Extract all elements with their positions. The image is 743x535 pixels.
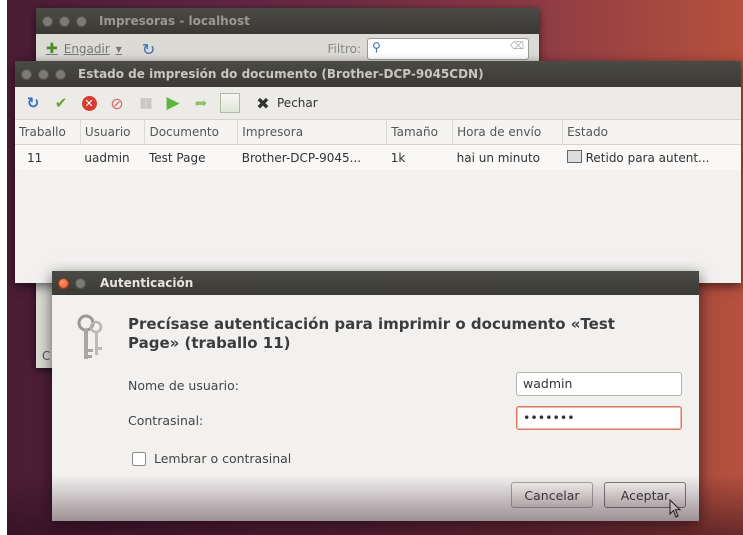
- add-label: Engadir: [63, 42, 110, 56]
- cancel-button[interactable]: Cancelar: [511, 482, 593, 508]
- forward-icon[interactable]: ➦: [189, 91, 213, 115]
- printer-list-fragment: C: [42, 349, 51, 363]
- mouse-pointer-icon: [669, 499, 682, 518]
- printers-toolbar: ✚ Engadir ▾ ↻ Filtro: ⚲ ⌫: [36, 34, 539, 64]
- printer-status-icon: [566, 150, 582, 163]
- desktop: Impresoras - localhost ✚ Engadir ▾ ↻ Fil…: [7, 0, 743, 535]
- filter-label: Filtro:: [327, 42, 361, 56]
- column-header-sent-time[interactable]: Hora de envío: [452, 120, 564, 145]
- column-header-job[interactable]: Traballo: [15, 120, 81, 145]
- clear-icon[interactable]: ⌫: [510, 41, 524, 52]
- refresh-icon[interactable]: ↻: [21, 91, 45, 115]
- password-field[interactable]: •••••••: [516, 406, 682, 430]
- username-label: Nome de usuario:: [128, 378, 239, 393]
- document-icon[interactable]: [220, 93, 240, 113]
- keys-icon: [77, 314, 103, 359]
- auth-dialog-title: Autenticación: [100, 276, 194, 290]
- job-status-titlebar: Estado de impresión do documento (Brothe…: [15, 61, 741, 87]
- stop-icon[interactable]: ⊘: [105, 91, 129, 115]
- close-window-button[interactable]: [21, 68, 32, 80]
- check-icon[interactable]: ✔: [49, 91, 73, 115]
- table-row[interactable]: 11 uadmin Test Page Brother-DCP-9045... …: [15, 144, 741, 170]
- close-button-label[interactable]: Pechar: [277, 96, 318, 110]
- cell-printer: Brother-DCP-9045...: [237, 144, 387, 170]
- cell-document: Test Page: [144, 144, 238, 170]
- job-toolbar: ↻ ✔ ✕ ⊘ ▮▮ ▶ ➦ ✖ Pechar: [15, 87, 741, 120]
- remember-password-option[interactable]: Lembrar o contrasinal: [132, 451, 291, 466]
- cell-job: 11: [15, 144, 81, 170]
- username-field[interactable]: wadmin: [516, 372, 682, 396]
- search-icon: ⚲: [372, 40, 381, 54]
- column-header-status[interactable]: Estado: [562, 120, 741, 145]
- add-icon: ✚: [46, 41, 58, 57]
- maximize-window-button[interactable]: [55, 68, 66, 80]
- minimize-window-button[interactable]: [59, 15, 70, 27]
- remember-password-checkbox[interactable]: [132, 451, 146, 466]
- close-window-button[interactable]: [42, 15, 53, 27]
- maximize-window-button[interactable]: [76, 15, 87, 27]
- auth-heading: Precísase autenticación para imprimir o …: [128, 315, 615, 352]
- cell-status-text: Retido para autent...: [585, 151, 710, 165]
- chevron-down-icon: ▾: [115, 42, 122, 56]
- minimize-window-button[interactable]: [75, 277, 86, 289]
- filter-input[interactable]: ⚲ ⌫: [367, 38, 529, 60]
- jobs-table: Traballo Usuario Documento Impresora Tam…: [15, 120, 741, 170]
- cell-status: Retido para autent...: [562, 144, 741, 170]
- play-icon[interactable]: ▶: [161, 91, 185, 115]
- close-icon[interactable]: ✖: [251, 91, 275, 115]
- column-header-size[interactable]: Tamaño: [386, 120, 454, 145]
- table-header-row: Traballo Usuario Documento Impresora Tam…: [15, 120, 741, 145]
- refresh-icon[interactable]: ↻: [142, 40, 155, 59]
- authentication-dialog: Autenticación Precísase autenticación pa…: [52, 271, 699, 521]
- minimize-window-button[interactable]: [38, 68, 49, 80]
- printers-window-title: Impresoras - localhost: [99, 14, 250, 28]
- cell-user: uadmin: [80, 144, 145, 170]
- job-status-title: Estado de impresión do documento (Brothe…: [78, 67, 484, 81]
- cell-size: 1k: [386, 144, 453, 170]
- remember-password-label[interactable]: Lembrar o contrasinal: [154, 451, 291, 466]
- pause-icon[interactable]: ▮▮: [133, 91, 157, 115]
- close-window-button[interactable]: [58, 277, 69, 289]
- job-status-window: Estado de impresión do documento (Brothe…: [15, 61, 741, 283]
- column-header-printer[interactable]: Impresora: [237, 120, 388, 145]
- printers-titlebar: Impresoras - localhost: [36, 8, 539, 34]
- column-header-user[interactable]: Usuario: [80, 120, 146, 145]
- add-printer-button[interactable]: ✚ Engadir ▾: [46, 41, 122, 57]
- cancel-icon[interactable]: ✕: [77, 91, 101, 115]
- auth-titlebar: Autenticación: [52, 271, 699, 295]
- cell-sent-time: hai un minuto: [452, 144, 563, 170]
- column-header-document[interactable]: Documento: [144, 120, 239, 145]
- password-label: Contrasinal:: [128, 413, 204, 428]
